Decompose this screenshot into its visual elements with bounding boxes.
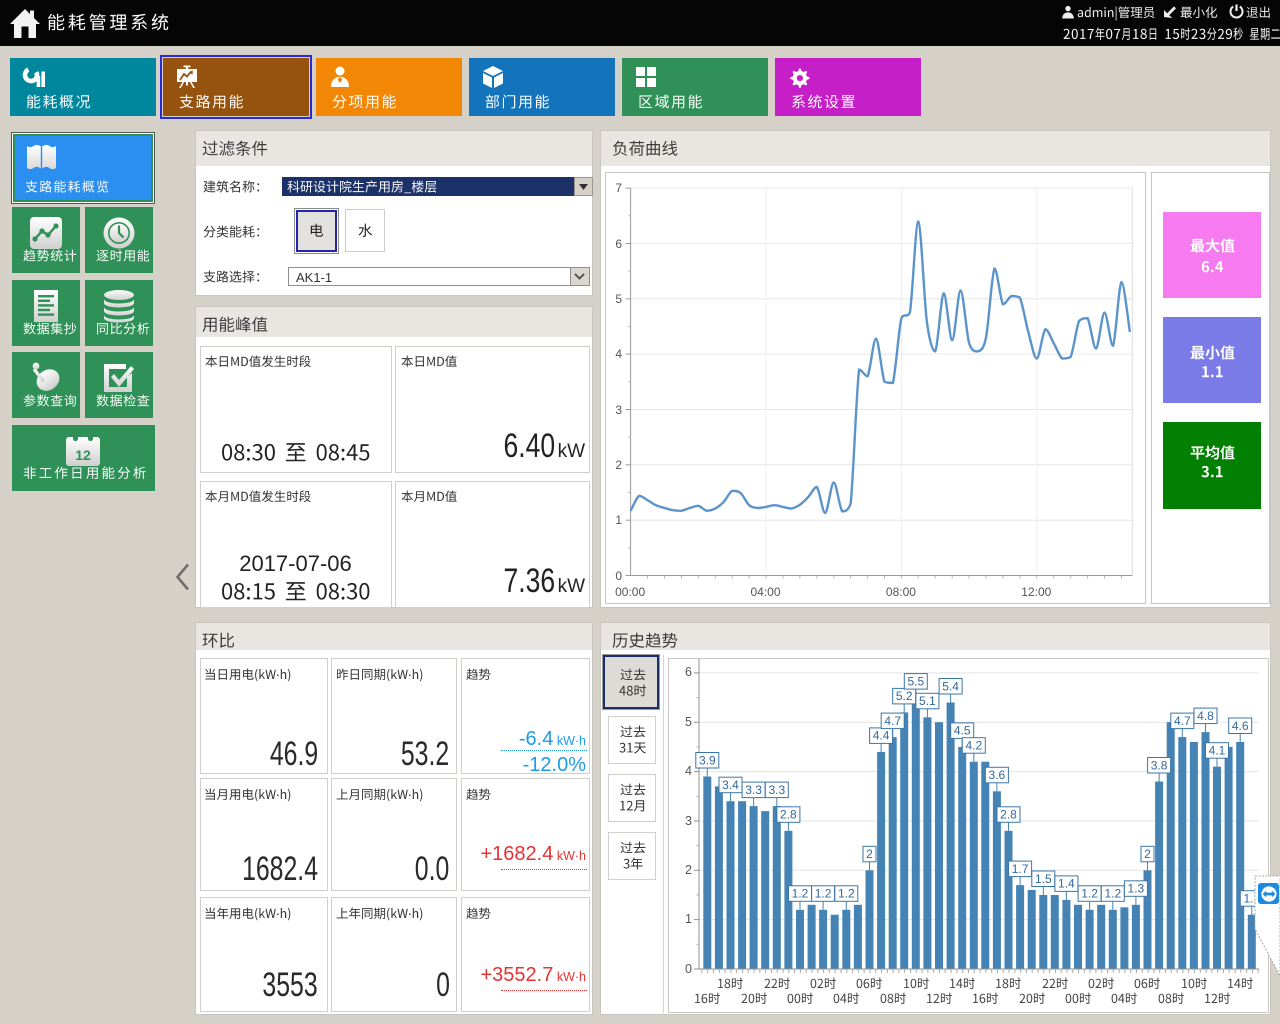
- svg-text:1.4: 1.4: [1058, 877, 1075, 891]
- svg-text:5.5: 5.5: [907, 674, 924, 688]
- svg-text:2: 2: [1144, 847, 1151, 861]
- svg-text:3.3: 3.3: [768, 783, 785, 797]
- svg-text:12: 12: [75, 447, 91, 463]
- svg-text:3.4: 3.4: [722, 778, 739, 792]
- svg-text:3.6: 3.6: [989, 768, 1006, 782]
- svg-text:1.2: 1.2: [1081, 887, 1098, 901]
- svg-text:1.2: 1.2: [1104, 887, 1121, 901]
- svg-text:4.8: 4.8: [1197, 709, 1214, 723]
- svg-text:4.4: 4.4: [873, 729, 890, 743]
- svg-text:2: 2: [866, 847, 873, 861]
- svg-text:1.5: 1.5: [1035, 872, 1052, 886]
- svg-text:1.2: 1.2: [838, 887, 855, 901]
- svg-text:3.9: 3.9: [699, 753, 716, 767]
- svg-text:2.8: 2.8: [1000, 808, 1017, 822]
- svg-text:4.7: 4.7: [1174, 714, 1191, 728]
- svg-text:3.3: 3.3: [745, 783, 762, 797]
- svg-text:3.8: 3.8: [1151, 758, 1168, 772]
- svg-text:4.6: 4.6: [1232, 719, 1249, 733]
- svg-text:4.5: 4.5: [954, 724, 971, 738]
- svg-text:1.7: 1.7: [1012, 862, 1029, 876]
- svg-text:1.2: 1.2: [792, 887, 809, 901]
- svg-text:1.2: 1.2: [815, 887, 832, 901]
- svg-text:2.8: 2.8: [780, 808, 797, 822]
- svg-text:5.2: 5.2: [896, 689, 913, 703]
- svg-text:4.7: 4.7: [884, 714, 901, 728]
- svg-text:5.1: 5.1: [919, 694, 936, 708]
- svg-text:5.4: 5.4: [942, 679, 959, 693]
- svg-text:4.2: 4.2: [965, 739, 982, 753]
- svg-text:4.1: 4.1: [1209, 744, 1226, 758]
- svg-text:1.3: 1.3: [1128, 882, 1145, 896]
